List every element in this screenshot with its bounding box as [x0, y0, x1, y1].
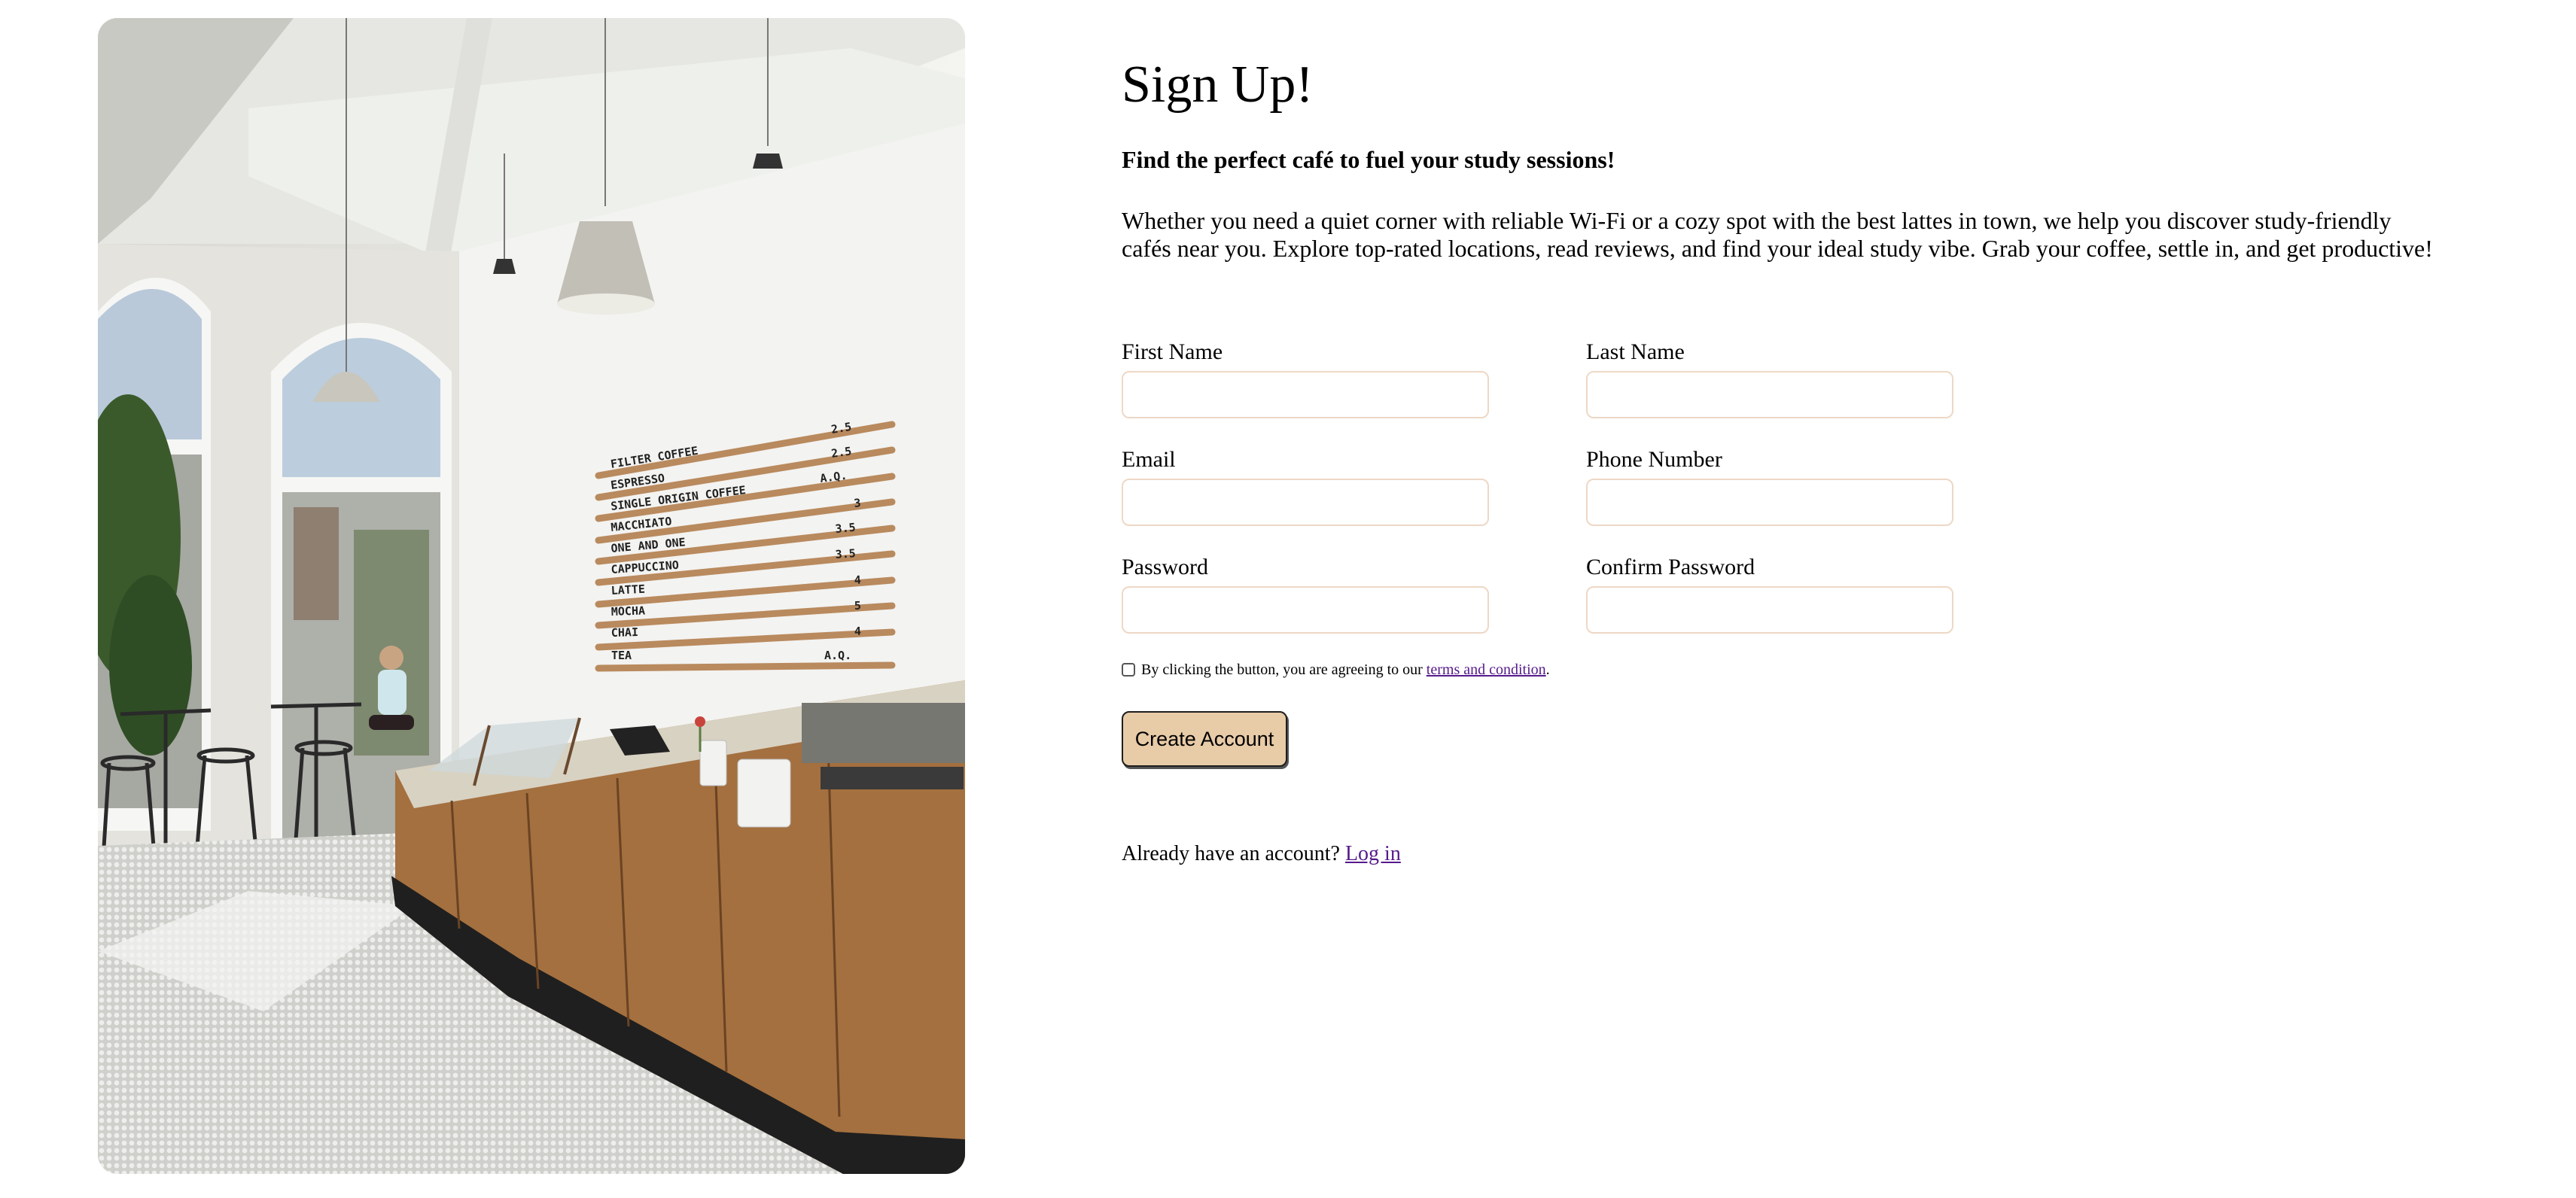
menu-item-price: A.Q. [824, 649, 851, 662]
create-account-button[interactable]: Create Account [1122, 711, 1287, 767]
login-prompt: Already have an account? Log in [1122, 841, 1401, 867]
email-field-group: Email [1122, 446, 1489, 526]
terms-link[interactable]: terms and condition [1427, 661, 1546, 679]
confirm-password-label: Confirm Password [1586, 555, 1755, 579]
email-label: Email [1122, 447, 1176, 472]
email-input[interactable] [1122, 479, 1489, 526]
hero-photo: FILTER COFFEE 2.5 ESPRESSO 2.5 SINGLE OR… [98, 18, 965, 1174]
phone-label: Phone Number [1586, 447, 1722, 472]
login-link[interactable]: Log in [1345, 842, 1401, 865]
menu-item-price: 4 [854, 625, 861, 638]
first-name-field-group: First Name [1122, 339, 1489, 418]
page-title: Sign Up! [1122, 56, 1314, 114]
menu-item-price: 5 [854, 599, 862, 613]
phone-input[interactable] [1586, 479, 1953, 526]
first-name-label: First Name [1122, 339, 1223, 364]
menu-item-price: 3.5 [835, 546, 856, 561]
first-name-input[interactable] [1122, 371, 1489, 418]
menu-item-name: TEA [611, 649, 632, 662]
phone-field-group: Phone Number [1586, 446, 1953, 526]
menu-item-name: LATTE [611, 582, 645, 597]
last-name-input[interactable] [1586, 371, 1953, 418]
password-input[interactable] [1122, 586, 1489, 634]
terms-checkbox[interactable] [1122, 663, 1135, 677]
menu-item-price: 2.5 [830, 444, 852, 461]
last-name-label: Last Name [1586, 339, 1685, 364]
menu-item-price: 4 [854, 573, 861, 587]
terms-agreement: By clicking the button, you are agreeing… [1122, 661, 1550, 679]
menu-item-name: MOCHA [611, 604, 646, 619]
terms-text: By clicking the button, you are agreeing… [1141, 661, 1423, 678]
login-prompt-text: Already have an account? [1122, 842, 1340, 865]
last-name-field-group: Last Name [1586, 339, 1953, 418]
terms-period: . [1545, 661, 1550, 678]
password-label: Password [1122, 555, 1209, 579]
menu-item-price: 3 [854, 496, 862, 510]
confirm-password-field-group: Confirm Password [1586, 554, 1953, 634]
intro-text: Whether you need a quiet corner with rel… [1122, 207, 2433, 262]
password-field-group: Password [1122, 554, 1489, 634]
tagline: Find the perfect café to fuel your study… [1122, 146, 1615, 173]
menu-item-name: CHAI [611, 625, 639, 640]
confirm-password-input[interactable] [1586, 586, 1953, 634]
cafe-interior-illustration: FILTER COFFEE 2.5 ESPRESSO 2.5 SINGLE OR… [98, 18, 965, 1174]
menu-item-price: 3.5 [835, 521, 857, 536]
